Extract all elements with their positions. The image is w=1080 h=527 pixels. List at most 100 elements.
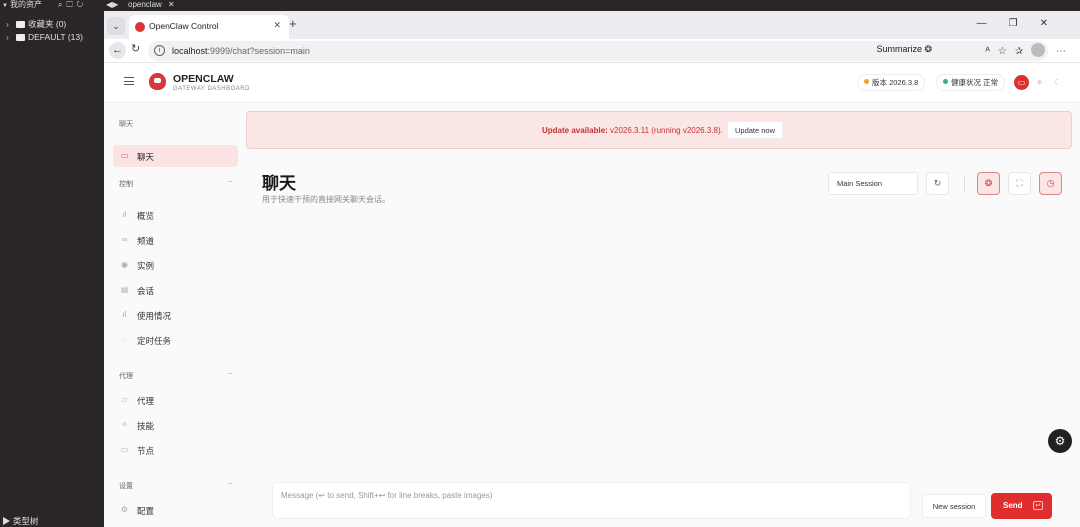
- bar-chart-icon: ıl: [122, 210, 127, 219]
- menu-icon[interactable]: [124, 77, 134, 85]
- sidebar-item-cron[interactable]: ◌ 定时任务: [113, 329, 238, 351]
- sidebar-item-label: 聊天: [137, 152, 155, 162]
- collapse-icon: ▼: [2, 3, 8, 9]
- update-message: Update available: v2026.3.11 (running v2…: [542, 126, 723, 135]
- close-icon[interactable]: ✕: [273, 20, 281, 31]
- update-now-button[interactable]: Update now: [727, 121, 783, 139]
- asset-tree: › 收藏夹 (0) › DEFAULT (13): [0, 18, 104, 44]
- sidebar-item-label: 概览: [137, 211, 155, 221]
- folder-icon: ▱: [121, 395, 128, 404]
- url-host: localhost: [172, 46, 208, 56]
- collapse-icon[interactable]: −: [228, 369, 233, 378]
- gear-icon: ⚙: [120, 505, 129, 514]
- new-tab-icon[interactable]: +: [289, 16, 297, 31]
- browser-tab-title: OpenClaw Control: [149, 21, 219, 31]
- collapse-icon[interactable]: −: [228, 177, 233, 186]
- sidebar-item-debug[interactable]: ✱ 调试: [113, 521, 238, 527]
- tab-nav-arrows: ◀▶: [106, 0, 118, 10]
- sidebar-item-label: 技能: [137, 421, 155, 431]
- outer-top-bar: ▼ 我的资产 ⌕☐↻ ◀▶ openclaw ✕: [0, 0, 1080, 11]
- page-title: 聊天: [262, 174, 296, 193]
- project-tab-label: openclaw: [128, 0, 162, 9]
- tree-item-label: DEFAULT (13): [28, 32, 83, 42]
- url-path: :9999/chat?session=main: [207, 46, 310, 56]
- summarize-button[interactable]: Summarize ❂: [876, 44, 932, 55]
- tree-item-favorites[interactable]: › 收藏夹 (0): [0, 18, 104, 31]
- settings-gear-icon[interactable]: ⚙: [1048, 429, 1072, 453]
- restore-icon[interactable]: ❐: [1009, 18, 1040, 29]
- moon-icon[interactable]: ☾: [1050, 75, 1065, 90]
- page-subtitle: 用于快速干预的直接网关聊天会话。: [262, 195, 390, 204]
- refresh-icon[interactable]: ↻: [77, 0, 88, 9]
- favorites-icon[interactable]: ✰: [1015, 46, 1031, 57]
- info-icon[interactable]: i: [154, 45, 165, 56]
- browser-tab-bar: ⌄ OpenClaw Control ✕ + —❐✕: [104, 11, 1080, 39]
- address-bar-icons: ᴬ☆✰ ⋯: [985, 43, 1074, 57]
- profile-avatar[interactable]: [1031, 43, 1046, 57]
- tree-item-label: 收藏夹 (0): [28, 19, 67, 29]
- sidebar-item-nodes[interactable]: ▭ 节点: [113, 439, 238, 461]
- assets-panel-title[interactable]: ▼ 我的资产: [2, 0, 42, 11]
- tree-item-default[interactable]: › DEFAULT (13): [0, 31, 104, 44]
- broadcast-icon: ◉: [121, 260, 128, 269]
- session-select[interactable]: Main Session: [828, 172, 918, 195]
- translate-icon[interactable]: ᴬ: [985, 46, 998, 57]
- sidebar-item-instances[interactable]: ◉ 实例: [113, 254, 238, 276]
- type-tree-panel[interactable]: ▶ 类型树: [2, 516, 38, 527]
- sidebar-section-title: 聊天: [119, 121, 133, 128]
- arrow-right-icon[interactable]: ▶: [112, 0, 118, 9]
- brand-subtitle: GATEWAY DASHBOARD: [173, 86, 250, 92]
- brand-name: OPENCLAW: [173, 73, 234, 85]
- sidebar-item-sessions[interactable]: ▤ 会话: [113, 279, 238, 301]
- new-session-button[interactable]: New session: [922, 494, 986, 518]
- focus-icon[interactable]: ⛶: [1008, 172, 1031, 195]
- sidebar-item-label: 会话: [137, 286, 155, 296]
- sidebar-item-skills[interactable]: ✧ 技能: [113, 414, 238, 436]
- enter-key-icon: ↩: [1033, 501, 1043, 510]
- chevron-right-icon[interactable]: ›: [6, 18, 16, 31]
- monitor-icon[interactable]: ▭: [1014, 75, 1029, 90]
- project-tab[interactable]: openclaw ✕: [128, 0, 175, 10]
- openclaw-logo-icon: [149, 73, 166, 90]
- sidebar-item-chat[interactable]: ▭ 聊天: [113, 145, 238, 167]
- summarize-label: Summarize: [876, 44, 922, 54]
- sidebar-item-label: 配置: [137, 506, 155, 516]
- address-bar: ← ↻ i localhost:9999/chat?session=main S…: [104, 39, 1080, 63]
- update-banner: Update available: v2026.3.11 (running v2…: [246, 111, 1072, 149]
- sidebar-item-label: 节点: [137, 446, 155, 456]
- more-icon[interactable]: ⋯: [1056, 46, 1074, 57]
- browser-tab[interactable]: OpenClaw Control ✕: [129, 15, 289, 39]
- sidebar-item-config[interactable]: ⚙ 配置: [113, 499, 238, 521]
- star-icon[interactable]: ☆: [998, 46, 1015, 57]
- brain-icon[interactable]: ❂: [977, 172, 1000, 195]
- status-dot-icon: [943, 79, 948, 84]
- collapse-icon[interactable]: −: [228, 479, 233, 488]
- app-header: OPENCLAW GATEWAY DASHBOARD 版本 2026.3.8 健…: [104, 63, 1080, 103]
- sun-icon[interactable]: ✳: [1032, 75, 1047, 90]
- refresh-icon[interactable]: ↻: [926, 172, 949, 195]
- clock-icon[interactable]: ◷: [1039, 172, 1062, 195]
- chevron-right-icon[interactable]: ›: [6, 31, 16, 44]
- square-icon[interactable]: ☐: [66, 0, 76, 9]
- message-input[interactable]: [281, 491, 901, 513]
- sidebar-item-channels[interactable]: ∞ 频道: [113, 229, 238, 251]
- close-window-icon[interactable]: ✕: [1040, 18, 1070, 29]
- back-arrow-icon[interactable]: ←: [109, 42, 126, 59]
- sidebar-item-usage[interactable]: ıl 使用情况: [113, 304, 238, 326]
- reload-icon[interactable]: ↻: [131, 42, 140, 55]
- link-icon: ∞: [121, 235, 128, 244]
- sidebar-section-title: 控制: [119, 181, 133, 188]
- tab-list-button[interactable]: ⌄: [107, 17, 125, 35]
- folder-icon: [16, 34, 25, 41]
- sidebar-item-overview[interactable]: ıl 概览: [113, 204, 238, 226]
- openclaw-favicon-icon: [135, 22, 145, 32]
- chat-icon: ▭: [120, 151, 129, 160]
- send-button[interactable]: Send ↩: [991, 493, 1052, 519]
- sidebar-item-agents[interactable]: ▱ 代理: [113, 389, 238, 411]
- minimize-icon[interactable]: —: [977, 18, 1009, 29]
- sparkle-icon: ✧: [121, 420, 128, 429]
- close-icon[interactable]: ✕: [168, 0, 175, 9]
- browser-window: ⌄ OpenClaw Control ✕ + —❐✕ ← ↻ i localho…: [104, 11, 1080, 527]
- sidebar-item-label: 频道: [137, 236, 155, 246]
- sidebar-section-title: 代理: [119, 373, 133, 380]
